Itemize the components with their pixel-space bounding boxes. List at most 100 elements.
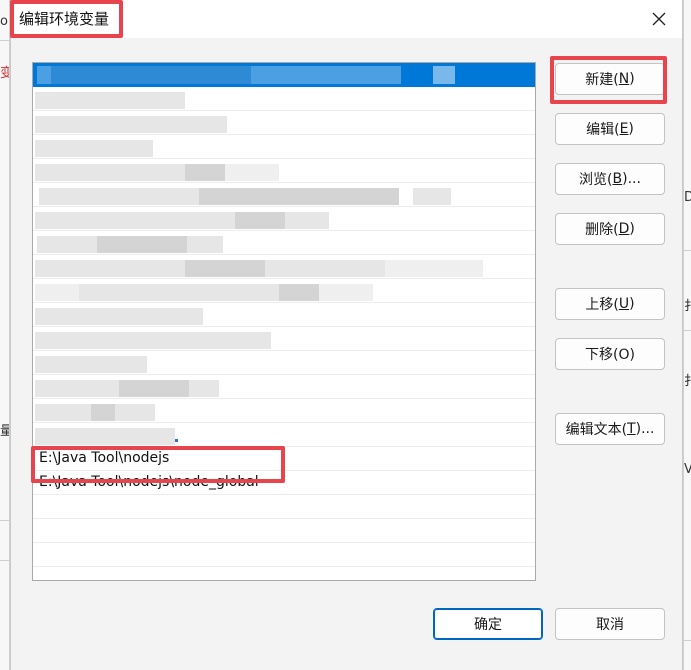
redacted-text bbox=[265, 260, 385, 277]
background-text-fragment: 扌 bbox=[684, 370, 691, 389]
title-bar: 编辑环境变量 bbox=[11, 0, 682, 38]
list-item-text: E:\Java Tool\nodejs\node_global bbox=[39, 474, 259, 490]
button-hotkey: B bbox=[612, 171, 623, 187]
redacted-text bbox=[39, 188, 199, 205]
list-item[interactable] bbox=[33, 303, 535, 327]
list-item-text: E:\Java Tool\nodejs bbox=[39, 450, 170, 466]
redacted-text bbox=[119, 380, 189, 397]
redacted-text bbox=[185, 260, 265, 277]
background-window-right: D 扌 扌 V bbox=[683, 0, 691, 670]
list-item-nodejs[interactable]: E:\Java Tool\nodejs bbox=[33, 447, 535, 471]
list-item[interactable] bbox=[33, 207, 535, 231]
redacted-text bbox=[35, 140, 153, 157]
background-text-fragment: 扌 bbox=[684, 295, 691, 314]
list-item[interactable] bbox=[33, 327, 535, 351]
button-label: 确定 bbox=[474, 617, 502, 633]
background-divider bbox=[684, 640, 691, 641]
redacted-text bbox=[35, 260, 185, 277]
button-hotkey: E bbox=[619, 121, 629, 137]
list-item-selected[interactable] bbox=[33, 63, 535, 87]
list-item[interactable] bbox=[33, 255, 535, 279]
delete-button[interactable]: 删除(D) bbox=[555, 213, 665, 245]
redacted-text bbox=[37, 66, 51, 84]
background-divider bbox=[684, 330, 691, 331]
background-window-left: o 变 量 bbox=[0, 0, 10, 670]
redacted-text bbox=[35, 164, 185, 181]
button-hotkey: U bbox=[618, 296, 630, 312]
redacted-text bbox=[35, 116, 227, 133]
redacted-text bbox=[35, 356, 147, 373]
redacted-text bbox=[385, 260, 483, 277]
background-text-fragment: V bbox=[684, 462, 691, 477]
redacted-text bbox=[433, 66, 455, 84]
redacted-text bbox=[79, 284, 279, 301]
redacted-text bbox=[225, 164, 279, 181]
redacted-text bbox=[279, 284, 319, 301]
list-item-empty[interactable] bbox=[33, 519, 535, 543]
button-label-end: ) bbox=[629, 221, 635, 237]
background-text-fragment: 量 bbox=[0, 420, 9, 439]
background-text-fragment: o bbox=[0, 14, 8, 29]
redacted-text bbox=[285, 212, 329, 229]
background-divider bbox=[0, 560, 9, 561]
list-item[interactable] bbox=[33, 183, 535, 207]
redacted-text bbox=[251, 66, 401, 84]
path-list[interactable]: E:\Java Tool\nodejs E:\Java Tool\nodejs\… bbox=[32, 62, 536, 581]
background-divider bbox=[0, 40, 9, 41]
browse-button[interactable]: 浏览(B)... bbox=[555, 163, 665, 195]
button-label: 编辑文本( bbox=[565, 422, 628, 438]
list-item[interactable] bbox=[33, 375, 535, 399]
button-hotkey: N bbox=[618, 71, 630, 87]
redacted-text bbox=[97, 236, 187, 253]
list-item[interactable] bbox=[33, 111, 535, 135]
redacted-text bbox=[91, 404, 115, 421]
list-item[interactable] bbox=[33, 135, 535, 159]
button-label: 下移(O) bbox=[585, 347, 635, 363]
redacted-text bbox=[35, 404, 91, 421]
close-icon bbox=[652, 12, 666, 26]
redacted-text bbox=[35, 92, 185, 109]
list-item-empty[interactable] bbox=[33, 495, 535, 519]
redacted-text bbox=[35, 212, 235, 229]
list-item[interactable] bbox=[33, 87, 535, 111]
edit-env-var-dialog: 编辑环境变量 E:\Java Tool\nodejs E:\Java Tool\… bbox=[10, 0, 683, 670]
background-text-fragment: D bbox=[684, 190, 691, 205]
button-label-end: ) bbox=[628, 121, 634, 137]
button-label: 上移( bbox=[585, 297, 619, 313]
redacted-text bbox=[187, 236, 223, 253]
list-item[interactable] bbox=[33, 231, 535, 255]
edit-button[interactable]: 编辑(E) bbox=[555, 113, 665, 145]
list-item[interactable] bbox=[33, 399, 535, 423]
button-label: 新建( bbox=[585, 72, 619, 88]
close-button[interactable] bbox=[642, 4, 676, 34]
new-button[interactable]: 新建(N) bbox=[555, 63, 665, 95]
button-hotkey: D bbox=[618, 221, 630, 237]
list-item[interactable] bbox=[33, 279, 535, 303]
move-up-button[interactable]: 上移(U) bbox=[555, 288, 665, 320]
button-label: 编辑( bbox=[586, 122, 620, 138]
redacted-text bbox=[35, 284, 79, 301]
ok-button[interactable]: 确定 bbox=[433, 608, 543, 640]
redacted-text bbox=[413, 188, 451, 205]
button-label: 删除( bbox=[585, 222, 619, 238]
list-item-node-global[interactable]: E:\Java Tool\nodejs\node_global bbox=[33, 471, 535, 495]
cancel-button[interactable]: 取消 bbox=[555, 608, 665, 640]
edit-text-button[interactable]: 编辑文本(T)... bbox=[555, 413, 665, 445]
redacted-text bbox=[35, 428, 175, 445]
redacted-text bbox=[35, 380, 119, 397]
button-label: 浏览( bbox=[579, 172, 613, 188]
redacted-text bbox=[199, 188, 399, 205]
button-label: 取消 bbox=[596, 617, 624, 633]
list-item[interactable] bbox=[33, 423, 535, 447]
screen: o 变 量 D 扌 扌 V 编辑环境变量 bbox=[0, 0, 691, 670]
background-divider bbox=[0, 520, 9, 521]
list-item-empty[interactable] bbox=[33, 543, 535, 567]
redacted-text bbox=[35, 308, 203, 325]
redacted-text bbox=[319, 284, 373, 301]
button-hotkey: T bbox=[627, 421, 636, 437]
redacted-text bbox=[37, 236, 97, 253]
button-label-end: )... bbox=[622, 171, 641, 187]
list-item[interactable] bbox=[33, 351, 535, 375]
list-item[interactable] bbox=[33, 159, 535, 183]
move-down-button[interactable]: 下移(O) bbox=[555, 338, 665, 370]
